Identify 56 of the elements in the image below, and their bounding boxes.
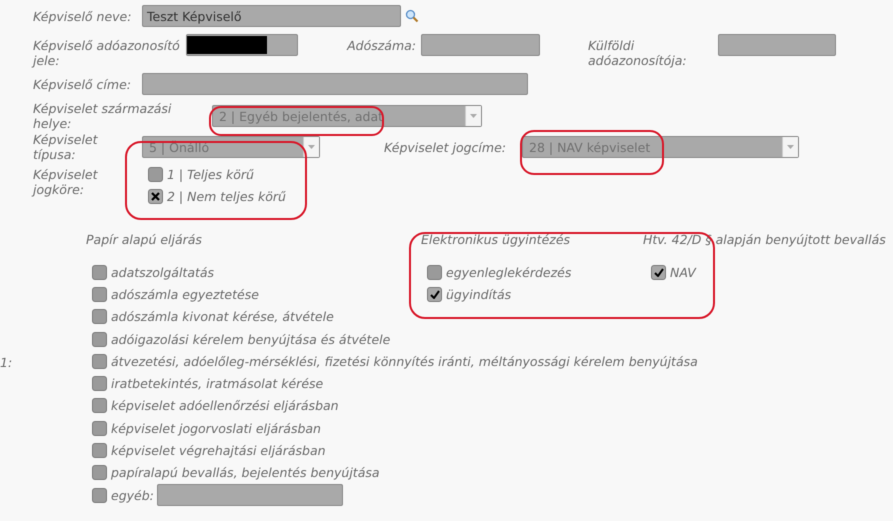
field-label: Képviselet jogköre:	[33, 167, 99, 197]
checkbox[interactable]	[92, 488, 107, 503]
foreign-tax-id-input-field[interactable]	[718, 34, 836, 56]
checkbox-label: 1 | Teljes körű	[167, 166, 254, 182]
checkbox-label: képviselet jogorvoslati eljárásban	[111, 420, 321, 436]
checkbox[interactable]	[92, 376, 107, 392]
legal-title-dropdown[interactable]: 28 | NAV képviselet	[522, 136, 799, 158]
checkbox[interactable]	[92, 354, 107, 369]
checkbox[interactable]	[427, 264, 442, 280]
checkbox-label: adószámla kivonat kérése, átvétele	[111, 309, 334, 324]
other-input-field[interactable]	[156, 484, 343, 506]
checkbox[interactable]	[651, 264, 666, 280]
field-label: Adószáma:	[346, 38, 416, 53]
address-input-field[interactable]	[142, 73, 528, 95]
checkbox-label: adóigazolási kérelem benyújtása és átvétele	[111, 332, 390, 347]
field-label: Képviselő adóazonosító jele:	[33, 38, 181, 68]
checkbox[interactable]	[92, 465, 107, 480]
tax-id-input-field[interactable]	[186, 34, 298, 56]
checkbox[interactable]	[92, 309, 107, 324]
checkbox-label: papíralapú bevallás, bejelentés benyújtása	[111, 465, 380, 480]
checkbox[interactable]	[92, 286, 107, 302]
tax-number-input-field[interactable]	[421, 34, 540, 56]
checkbox-label: adatszolgáltatás	[111, 264, 214, 280]
checkmark-icon	[654, 268, 664, 277]
section-title: Papír alapú eljárás	[86, 232, 203, 249]
field-label: Képviselet típusa:	[33, 132, 99, 162]
checkbox-label: iratbetekintés, iratmásolat kérése	[111, 376, 324, 392]
field-label: Képviselő címe:	[33, 76, 132, 92]
field-label: Képviselet származási helye:	[33, 101, 172, 131]
checkbox[interactable]	[427, 286, 442, 302]
checkbox[interactable]	[92, 443, 107, 458]
checkbox[interactable]	[148, 166, 163, 182]
checkbox-label: egyenleglekérdezés	[446, 264, 572, 280]
section-title: Elektronikus ügyintézés	[421, 232, 572, 249]
checkbox-label: képviselet végrehajtási eljárásban	[111, 443, 326, 458]
checkbox-label: 2 | Nem teljes körű	[167, 188, 286, 204]
checkbox-label: NAV	[670, 264, 696, 280]
checkbox[interactable]	[92, 264, 107, 280]
row-label: 1:	[0, 354, 12, 370]
checkbox-label: adószámla egyeztetése	[111, 286, 259, 302]
checkbox[interactable]	[92, 420, 107, 436]
checkmark-icon	[430, 290, 440, 299]
x-mark-icon	[151, 192, 160, 201]
name-input-field[interactable]: Teszt Képviselő	[142, 5, 401, 27]
checkbox-label: átvezetési, adóelőleg-mérséklési, fizetési könnyítés iránti, méltányossági kérelem benyújtása	[111, 354, 698, 369]
checkbox-label: ügyindítás	[446, 286, 512, 302]
search-icon[interactable]	[405, 9, 419, 23]
checkbox-label: képviselet adóellenőrzési eljárásban	[111, 398, 339, 414]
checkbox[interactable]	[92, 398, 107, 414]
field-label: Képviselő neve:	[33, 8, 132, 24]
field-label: Képviselet jogcíme:	[384, 140, 507, 154]
checkbox-label: egyéb:	[111, 488, 154, 503]
checkbox[interactable]	[92, 332, 107, 347]
field-label: Külföldi adóazonosítója:	[588, 38, 688, 68]
origin-dropdown[interactable]: 2 | Egyéb bejelentés, adat	[212, 105, 482, 127]
checkbox[interactable]	[148, 188, 163, 204]
